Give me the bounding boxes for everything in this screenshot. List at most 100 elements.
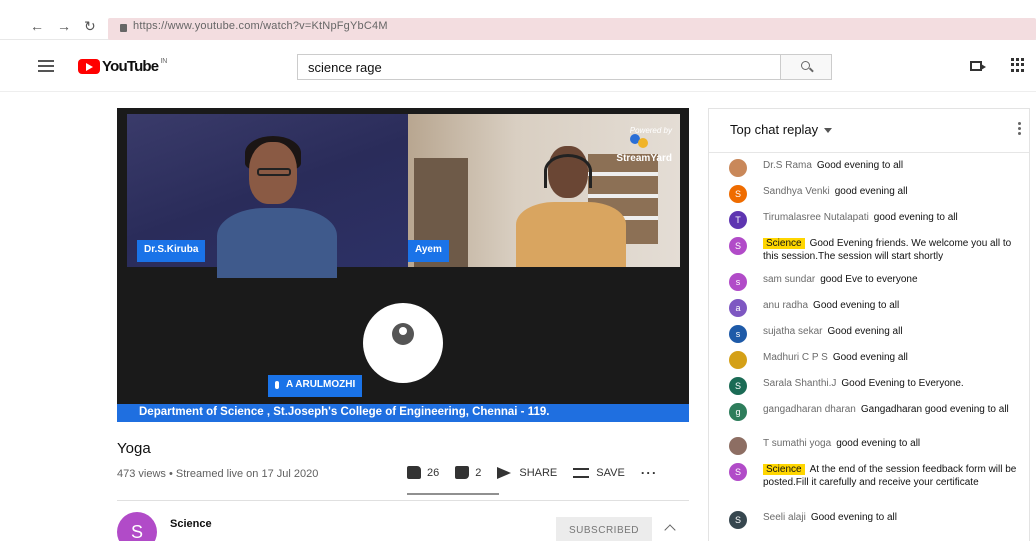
microphone-icon [275, 381, 279, 389]
apps-icon[interactable] [1011, 58, 1025, 72]
search-button[interactable] [780, 54, 832, 80]
more-actions-icon[interactable]: ... [641, 462, 658, 477]
chat-message-text: good evening to all [873, 212, 958, 223]
person-icon [392, 323, 414, 345]
participant-avatar [363, 303, 443, 383]
chat-author-avatar[interactable] [729, 437, 747, 455]
thumbs-down-icon [455, 466, 470, 479]
chat-author-avatar[interactable]: a [729, 299, 747, 317]
chat-message: S Science At the end of the session feedba… [729, 463, 1019, 489]
chat-message: Dr.S Rama Good evening to all [729, 159, 1019, 177]
chat-author-avatar[interactable]: S [729, 377, 747, 395]
masthead: YouTube IN science rage [0, 40, 1036, 92]
chat-mode-dropdown[interactable]: Top chat replay [730, 122, 818, 137]
dislike-count: 2 [475, 466, 482, 479]
stream-banner: Department of Science , St.Joseph's Coll… [117, 404, 689, 422]
participant-tile: Powered by StreamYard Ayem [408, 114, 680, 267]
chat-author-avatar[interactable] [729, 159, 747, 177]
thumbs-up-icon [407, 466, 421, 479]
chat-message-text: Good Evening to Everyone. [841, 378, 964, 389]
youtube-logo[interactable]: YouTube IN [78, 58, 167, 75]
search-input[interactable]: science rage [297, 54, 781, 80]
chevron-down-icon[interactable] [824, 128, 833, 134]
share-button[interactable]: SHARE [497, 466, 558, 479]
chat-author-avatar[interactable]: S [729, 185, 747, 203]
chat-message: T sumathi yoga good evening to all [729, 437, 1019, 455]
chat-author-name[interactable]: Sandhya Venki [763, 186, 830, 197]
back-icon[interactable]: ← [30, 18, 44, 34]
chat-message-text: Good evening to all [816, 160, 904, 171]
chat-author-name[interactable]: Madhuri C P S [763, 352, 828, 363]
lock-icon [120, 24, 127, 32]
chat-author-name[interactable]: sam sundar [763, 274, 815, 285]
chat-message: S Seeli alaji Good evening to all [729, 511, 1019, 529]
chat-message: g gangadharan dharan Gangadharan good even… [729, 403, 1019, 421]
like-ratio-bar [407, 493, 499, 495]
logo-country-code: IN [160, 58, 168, 65]
chat-author-avatar[interactable]: S [729, 511, 747, 529]
divider [117, 500, 689, 501]
chat-author-name[interactable]: T sumathi yoga [763, 438, 831, 449]
save-button[interactable]: SAVE [573, 467, 625, 479]
participant-tile: Dr.S.Kiruba [127, 114, 409, 278]
share-icon [497, 466, 512, 479]
chat-message-text: Good evening to all [810, 512, 897, 523]
chat-author-avatar[interactable]: s [729, 325, 747, 343]
create-video-icon[interactable] [970, 61, 986, 71]
participant-name: A ARULMOZHI [286, 379, 356, 390]
chat-message-text: good Eve to everyone [820, 274, 918, 285]
participant-video [217, 136, 337, 278]
chat-author-name[interactable]: Science [763, 238, 805, 249]
search-icon [801, 61, 810, 70]
chat-author-name[interactable]: Dr.S Rama [763, 160, 812, 171]
chat-message: a anu radha Good evening to all [729, 299, 1019, 317]
channel-name[interactable]: Science [170, 518, 212, 530]
chat-message-text: good evening all [834, 186, 908, 197]
chat-message-text: Good evening all [832, 352, 908, 363]
chat-author-avatar[interactable]: s [729, 273, 747, 291]
chat-header: Top chat replay [709, 109, 1029, 153]
chevron-up-icon[interactable] [664, 524, 676, 536]
chat-message: Madhuri C P S Good evening all [729, 351, 1019, 369]
reload-icon[interactable]: ↻ [84, 18, 96, 35]
chat-author-avatar[interactable]: T [729, 211, 747, 229]
channel-avatar[interactable]: S [117, 512, 157, 541]
chat-author-avatar[interactable] [729, 351, 747, 369]
more-options-icon[interactable] [1018, 122, 1021, 137]
chat-author-name[interactable]: Science [763, 464, 805, 475]
logo-text: YouTube [102, 58, 159, 75]
youtube-play-icon [78, 59, 100, 74]
chat-author-name[interactable]: Tirumalasree Nutalapati [763, 212, 869, 223]
chat-message: s sam sundar good Eve to everyone [729, 273, 1019, 291]
chat-author-avatar[interactable]: S [729, 463, 747, 481]
powered-by-label: Powered by StreamYard [616, 126, 672, 164]
chat-author-name[interactable]: sujatha sekar [763, 326, 822, 337]
browser-toolbar: ← → ↻ https://www.youtube.com/watch?v=Kt… [0, 0, 1036, 40]
participant-video [516, 146, 626, 267]
chat-author-name[interactable]: gangadharan dharan [763, 404, 856, 415]
chat-message: S Sarala Shanthi.J Good Evening to Everyon… [729, 377, 1019, 395]
url-text[interactable]: https://www.youtube.com/watch?v=KtNpFgYb… [133, 20, 388, 32]
chat-author-avatar[interactable]: S [729, 237, 747, 255]
participant-name-tag: A ARULMOZHI [268, 375, 363, 397]
chat-author-name[interactable]: Sarala Shanthi.J [763, 378, 836, 389]
chat-author-name[interactable]: Seeli alaji [763, 512, 806, 523]
forward-icon[interactable]: → [57, 18, 71, 34]
share-label: SHARE [519, 466, 558, 479]
chat-author-name[interactable]: anu radha [763, 300, 808, 311]
like-count: 26 [427, 466, 440, 479]
chat-message-text: good evening to all [836, 438, 921, 449]
chat-message: T Tirumalasree Nutalapati good evening to … [729, 211, 1019, 229]
chat-message: S Science Good Evening friends. We welcome… [729, 237, 1019, 263]
chat-author-avatar[interactable]: g [729, 403, 747, 421]
chat-message: s sujatha sekar Good evening all [729, 325, 1019, 343]
like-button[interactable]: 26 [407, 466, 439, 479]
chat-message: S Sandhya Venki good evening all [729, 185, 1019, 203]
menu-icon[interactable] [38, 60, 54, 72]
dislike-button[interactable]: 2 [455, 466, 481, 479]
save-label: SAVE [596, 466, 625, 479]
video-player[interactable]: Dr.S.Kiruba Powered by StreamYard Ayem A… [117, 108, 689, 422]
playlist-add-icon [573, 467, 590, 478]
chat-message-text: Good evening to all [813, 300, 900, 311]
subscribed-button[interactable]: SUBSCRIBED [556, 517, 652, 541]
